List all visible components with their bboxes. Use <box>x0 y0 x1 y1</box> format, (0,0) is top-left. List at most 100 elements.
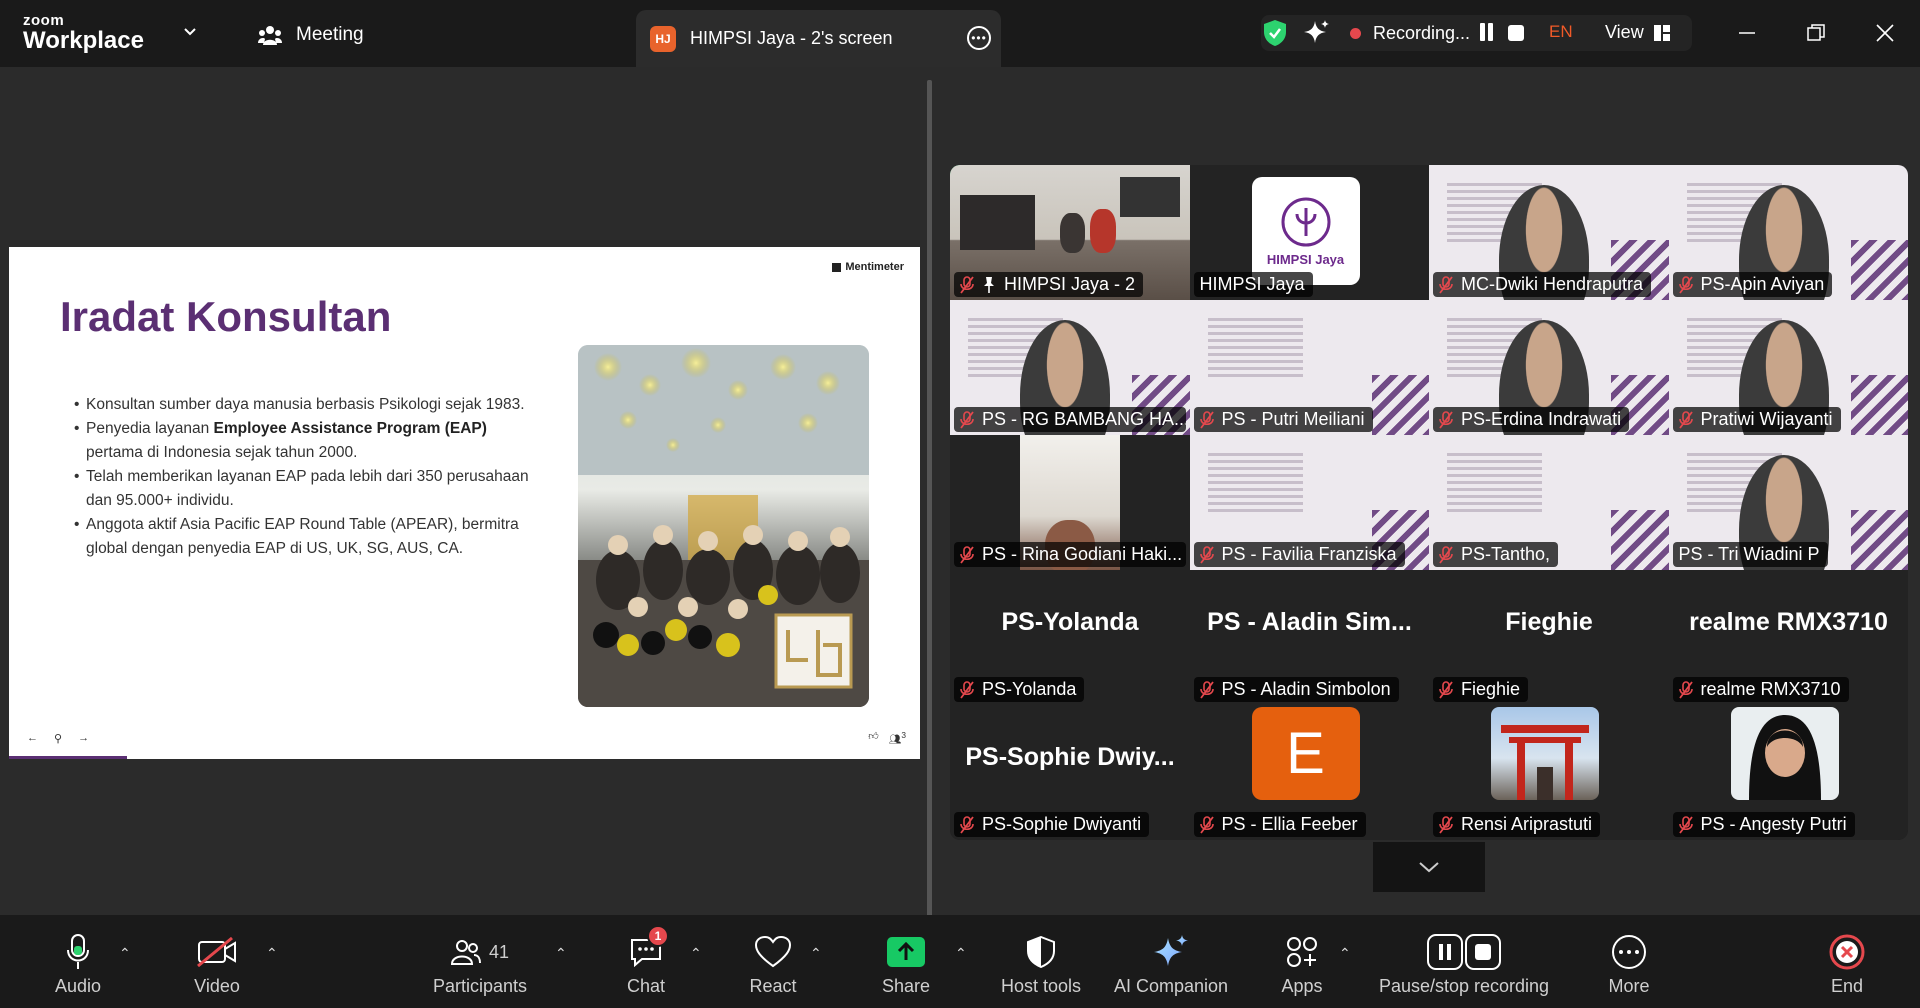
pause-recording-button[interactable] <box>1476 23 1496 43</box>
view-button[interactable]: View <box>1605 22 1670 43</box>
splitter-handle[interactable] <box>927 80 932 920</box>
brand-small: zoom <box>23 12 65 29</box>
close-icon <box>1876 24 1894 42</box>
participant-tile[interactable]: MC-Dwiki Hendraputra <box>1429 165 1669 300</box>
pause-stop-recording-button[interactable]: Pause/stop recording <box>1364 933 1564 997</box>
minimize-button[interactable] <box>1732 18 1762 48</box>
participant-name: PS - RG BAMBANG HA... <box>982 409 1186 429</box>
muted-mic-icon <box>1199 680 1214 699</box>
muted-mic-icon <box>960 815 974 834</box>
participant-avatar: E <box>1251 707 1360 800</box>
video-button[interactable]: Video <box>152 933 282 997</box>
participant-name: PS-Sophie Dwiyanti <box>982 814 1142 834</box>
participant-name: PS-Erdina Indrawati <box>1461 409 1622 429</box>
chat-button[interactable]: 1 Chat <box>581 925 711 997</box>
people-count-icon[interactable]: 👥︎3 <box>889 730 906 745</box>
video-options-caret[interactable]: ⌃ <box>266 945 278 962</box>
app-logo: zoom Workplace <box>23 13 144 53</box>
participant-tile[interactable]: PS-Tantho, <box>1429 435 1669 570</box>
brand-big: Workplace <box>23 27 144 54</box>
participant-name: PS - Angesty Putri <box>1700 814 1847 834</box>
tab-meeting[interactable]: Meeting <box>258 24 364 46</box>
slide-title: Iradat Konsultan <box>60 293 392 340</box>
end-meeting-button[interactable]: End <box>1782 933 1912 997</box>
share-label: Share <box>881 976 931 996</box>
shield-icon <box>1027 936 1055 968</box>
participant-tile[interactable]: Pratiwi Wijayanti <box>1668 300 1908 435</box>
slide-pin-icon[interactable]: ⚲ <box>54 732 62 745</box>
himpsi-emblem-icon <box>1281 197 1330 246</box>
participants-button[interactable]: 41 Participants <box>405 933 555 997</box>
participant-nameplate: PS - Favilia Franziska <box>1193 542 1405 567</box>
restore-button[interactable] <box>1801 18 1831 48</box>
muted-mic-icon <box>1439 410 1453 429</box>
participant-tile[interactable]: PS - RG BAMBANG HA... <box>950 300 1190 435</box>
ai-companion-icon <box>1154 935 1188 966</box>
muted-mic-icon <box>960 545 974 564</box>
slide-bullet: Penyedia layanan Employee Assistance Pro… <box>74 417 544 465</box>
chevron-down-icon[interactable] <box>184 26 196 38</box>
audio-label: Audio <box>54 976 102 996</box>
participant-tile[interactable]: PS-Sophie Dwiy... PS-Sophie Dwiyanti <box>950 705 1190 840</box>
share-button[interactable]: Share <box>841 933 971 997</box>
stop-recording-button[interactable] <box>1508 25 1524 41</box>
participants-options-caret[interactable]: ⌃ <box>555 945 567 962</box>
share-options-caret[interactable]: ⌃ <box>955 945 967 962</box>
audio-button[interactable]: Audio <box>13 933 143 997</box>
thumbs-up-icon[interactable]: 👍︎ <box>868 730 878 745</box>
participant-name: realme RMX3710 <box>1700 679 1841 699</box>
slide-prev-button[interactable]: ← <box>27 732 38 745</box>
slide-next-button[interactable]: → <box>78 732 89 745</box>
apps-options-caret[interactable]: ⌃ <box>1339 945 1351 962</box>
mentimeter-logo: Mentimeter <box>832 261 904 273</box>
title-bar: zoom Workplace Meeting HJ HIMPSI Jaya - … <box>0 0 1920 67</box>
participant-tile[interactable]: PS - Favilia Franziska <box>1189 435 1430 570</box>
restore-icon <box>1807 24 1825 41</box>
screen-tab-label: HIMPSI Jaya - 2's screen <box>690 28 893 48</box>
audio-options-caret[interactable]: ⌃ <box>119 945 131 962</box>
more-button[interactable]: More <box>1564 933 1694 997</box>
participant-tile[interactable]: PS - Rina Godiani Haki... <box>950 435 1190 570</box>
apps-button[interactable]: Apps <box>1237 933 1367 997</box>
participant-tile[interactable]: PS-Erdina Indrawati <box>1429 300 1669 435</box>
participant-tile[interactable]: E PS - Ellia Feeber <box>1189 705 1430 840</box>
tab-shared-screen[interactable]: HJ HIMPSI Jaya - 2's screen ••• <box>636 10 1001 67</box>
close-button[interactable] <box>1870 18 1900 48</box>
participant-tile[interactable]: PS-Apin Aviyan <box>1668 165 1908 300</box>
participant-tile[interactable]: PS - Angesty Putri <box>1668 705 1908 840</box>
pause-stop-label: Pause/stop recording <box>1378 976 1550 996</box>
more-options-icon[interactable]: ••• <box>967 26 991 50</box>
participant-tile[interactable]: PS-Yolanda PS-Yolanda <box>950 570 1190 705</box>
chat-label: Chat <box>626 976 666 996</box>
participant-tile[interactable]: PS - Putri Meiliani <box>1189 300 1430 435</box>
participant-tile[interactable]: HIMPSI Jaya HIMPSI Jaya <box>1189 165 1430 300</box>
video-off-icon <box>197 937 236 967</box>
participant-nameplate: realme RMX3710 <box>1672 677 1849 702</box>
view-label: View <box>1605 22 1644 42</box>
chat-options-caret[interactable]: ⌃ <box>690 945 702 962</box>
chat-unread-badge: 1 <box>647 925 669 947</box>
more-participants-button[interactable] <box>1373 842 1485 892</box>
ai-sparkle-icon[interactable] <box>1304 19 1330 45</box>
language-indicator[interactable]: EN <box>1549 22 1573 42</box>
pin-icon <box>982 276 996 294</box>
ai-companion-button[interactable]: AI Companion <box>1106 933 1236 997</box>
participant-tile[interactable]: PS - Tri Wiadini P <box>1668 435 1908 570</box>
end-label: End <box>1830 976 1864 996</box>
host-tools-button[interactable]: Host tools <box>976 933 1106 997</box>
participant-name: PS-Tantho, <box>1461 544 1551 564</box>
participant-name: HIMPSI Jaya <box>1199 274 1305 294</box>
slide-bullet: Telah memberikan layanan EAP pada lebih … <box>74 465 544 513</box>
participant-tile[interactable]: realme RMX3710 realme RMX3710 <box>1668 570 1908 705</box>
sharer-initials-badge: HJ <box>650 25 676 52</box>
participant-nameplate: PS - Aladin Simbolon <box>1193 677 1399 702</box>
participant-tile[interactable]: Fieghie Fieghie <box>1429 570 1669 705</box>
participants-count: 41 <box>488 941 510 962</box>
security-shield-icon[interactable] <box>1263 19 1287 47</box>
participant-tile[interactable]: Rensi Ariprastuti <box>1429 705 1669 840</box>
participant-tile[interactable]: HIMPSI Jaya - 2 <box>950 165 1190 300</box>
participant-display-name: PS-Yolanda <box>1001 608 1139 636</box>
react-options-caret[interactable]: ⌃ <box>810 945 822 962</box>
participant-tile[interactable]: PS - Aladin Sim... PS - Aladin Simbolon <box>1189 570 1430 705</box>
react-button[interactable]: React <box>708 933 838 997</box>
